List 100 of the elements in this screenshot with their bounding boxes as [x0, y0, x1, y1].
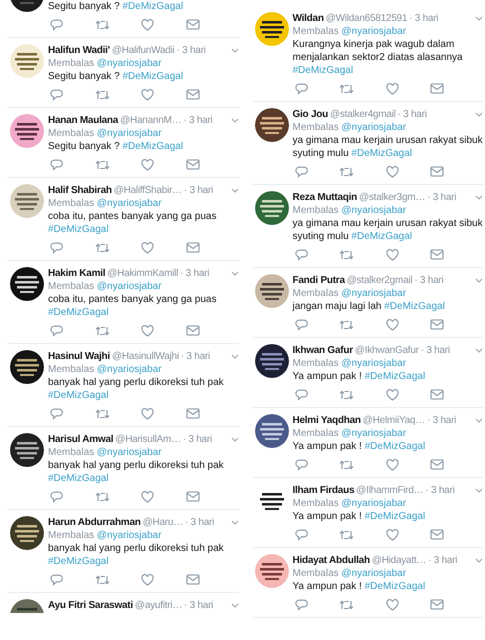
- mention-link[interactable]: @nyariosjabar: [341, 288, 406, 299]
- retweet-icon[interactable]: [339, 319, 354, 331]
- retweet-icon[interactable]: [94, 19, 110, 31]
- chevron-down-icon[interactable]: [230, 48, 238, 53]
- envelope-icon[interactable]: [186, 408, 200, 419]
- chevron-down-icon[interactable]: [230, 354, 238, 359]
- heart-icon[interactable]: [141, 89, 154, 101]
- reply-icon[interactable]: [294, 599, 308, 611]
- hashtag-link[interactable]: #DeMizGagal: [364, 511, 426, 522]
- user-name[interactable]: Hakim Kamil: [48, 267, 106, 280]
- hashtag-link[interactable]: #DeMizGagal: [48, 556, 109, 567]
- reply-icon[interactable]: [50, 574, 63, 586]
- hashtag-link[interactable]: #DeMizGagal: [351, 231, 412, 242]
- envelope-icon[interactable]: [186, 159, 200, 170]
- chevron-down-icon[interactable]: [230, 520, 238, 525]
- hashtag-link[interactable]: #DeMizGagal: [384, 301, 445, 312]
- envelope-icon[interactable]: [430, 166, 444, 177]
- retweet-icon[interactable]: [94, 89, 110, 101]
- retweet-icon[interactable]: [339, 166, 354, 178]
- user-name[interactable]: Wildan: [292, 12, 324, 25]
- retweet-icon[interactable]: [94, 574, 110, 586]
- hashtag-link[interactable]: #DeMizGagal: [364, 441, 426, 452]
- chevron-down-icon[interactable]: [475, 418, 483, 423]
- envelope-icon[interactable]: [430, 319, 444, 330]
- retweet-icon[interactable]: [339, 83, 354, 95]
- reply-icon[interactable]: [50, 242, 63, 254]
- retweet-icon[interactable]: [339, 459, 354, 471]
- chevron-down-icon[interactable]: [475, 488, 483, 493]
- hashtag-link[interactable]: #DeMizGagal: [122, 141, 184, 152]
- user-name[interactable]: Fandi Putra: [292, 274, 345, 287]
- reply-icon[interactable]: [294, 529, 308, 541]
- hashtag-link[interactable]: #DeMizGagal: [122, 1, 184, 12]
- heart-icon[interactable]: [386, 166, 399, 178]
- mention-link[interactable]: @nyariosjabar: [96, 58, 162, 69]
- envelope-icon[interactable]: [186, 491, 200, 502]
- reply-icon[interactable]: [294, 249, 308, 261]
- user-name[interactable]: Helmi Yaqdhan: [292, 414, 361, 427]
- hashtag-link[interactable]: #DeMizGagal: [48, 307, 109, 318]
- hashtag-link[interactable]: #DeMizGagal: [351, 148, 412, 159]
- hashtag-link[interactable]: #DeMizGagal: [292, 65, 354, 76]
- mention-link[interactable]: @nyariosjabar: [341, 26, 406, 37]
- chevron-down-icon[interactable]: [475, 348, 483, 353]
- chevron-down-icon[interactable]: [475, 16, 483, 21]
- mention-link[interactable]: @nyariosjabar: [341, 428, 406, 439]
- reply-icon[interactable]: [50, 89, 63, 101]
- envelope-icon[interactable]: [186, 325, 200, 336]
- heart-icon[interactable]: [141, 159, 154, 171]
- reply-icon[interactable]: [294, 83, 308, 95]
- heart-icon[interactable]: [386, 599, 399, 611]
- chevron-down-icon[interactable]: [230, 603, 238, 608]
- user-name[interactable]: Hidayat Abdullah: [292, 554, 370, 567]
- chevron-down-icon[interactable]: [230, 118, 238, 123]
- hashtag-link[interactable]: #DeMizGagal: [48, 390, 109, 401]
- envelope-icon[interactable]: [186, 19, 200, 30]
- envelope-icon[interactable]: [430, 459, 444, 470]
- chevron-down-icon[interactable]: [475, 278, 483, 283]
- user-name[interactable]: Ilham Firdaus: [292, 484, 354, 497]
- reply-icon[interactable]: [50, 491, 63, 503]
- mention-link[interactable]: @nyariosjabar: [341, 122, 406, 133]
- reply-icon[interactable]: [294, 389, 308, 401]
- heart-icon[interactable]: [386, 249, 399, 261]
- envelope-icon[interactable]: [430, 249, 444, 260]
- chevron-down-icon[interactable]: [230, 437, 238, 442]
- heart-icon[interactable]: [386, 529, 399, 541]
- heart-icon[interactable]: [141, 242, 154, 254]
- chevron-down-icon[interactable]: [475, 558, 483, 563]
- user-name[interactable]: Ikhwan Gafur: [292, 344, 353, 357]
- user-name[interactable]: Halifun Wadii': [48, 44, 110, 57]
- mention-link[interactable]: @nyariosjabar: [96, 281, 162, 292]
- heart-icon[interactable]: [386, 389, 399, 401]
- envelope-icon[interactable]: [186, 242, 200, 253]
- chevron-down-icon[interactable]: [475, 112, 483, 117]
- heart-icon[interactable]: [141, 325, 154, 337]
- heart-icon[interactable]: [386, 83, 399, 95]
- reply-icon[interactable]: [294, 459, 308, 471]
- mention-link[interactable]: @nyariosjabar: [341, 568, 406, 579]
- user-name[interactable]: Hasinul Wajhi: [48, 350, 110, 363]
- retweet-icon[interactable]: [94, 491, 110, 503]
- mention-link[interactable]: @nyariosjabar: [96, 364, 162, 375]
- reply-icon[interactable]: [50, 408, 63, 420]
- mention-link[interactable]: @nyariosjabar: [96, 447, 162, 458]
- chevron-down-icon[interactable]: [475, 195, 483, 200]
- mention-link[interactable]: @nyariosjabar: [96, 128, 162, 139]
- heart-icon[interactable]: [386, 459, 399, 471]
- user-name[interactable]: Gio Jou: [292, 108, 328, 121]
- hashtag-link[interactable]: #DeMizGagal: [122, 71, 184, 82]
- retweet-icon[interactable]: [339, 529, 354, 541]
- mention-link[interactable]: @nyariosjabar: [96, 530, 162, 541]
- mention-link[interactable]: @nyariosjabar: [96, 198, 162, 209]
- user-name[interactable]: Hanan Maulana: [48, 114, 118, 127]
- reply-icon[interactable]: [50, 325, 63, 337]
- retweet-icon[interactable]: [339, 599, 354, 611]
- retweet-icon[interactable]: [94, 159, 110, 171]
- hashtag-link[interactable]: #DeMizGagal: [48, 224, 109, 235]
- heart-icon[interactable]: [141, 491, 154, 503]
- mention-link[interactable]: @nyariosjabar: [341, 205, 406, 216]
- hashtag-link[interactable]: #DeMizGagal: [364, 371, 426, 382]
- envelope-icon[interactable]: [430, 599, 444, 610]
- user-name[interactable]: Reza Muttaqin: [292, 191, 358, 204]
- envelope-icon[interactable]: [430, 529, 444, 540]
